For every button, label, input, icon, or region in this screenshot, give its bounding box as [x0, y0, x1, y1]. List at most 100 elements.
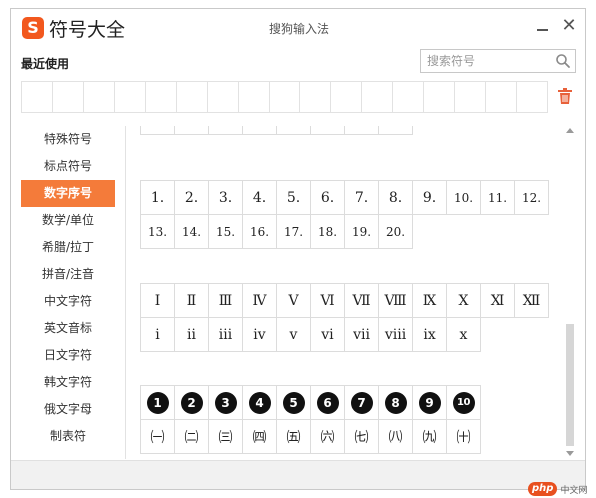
symbol-cell[interactable]: Ⅻ [515, 284, 549, 318]
sidebar-category-item[interactable]: 数学/单位 [21, 207, 115, 234]
recent-symbol-cell[interactable] [424, 82, 456, 112]
symbol-cell[interactable]: 10. [447, 181, 481, 215]
recent-symbol-cell[interactable] [393, 82, 425, 112]
symbol-cell[interactable]: ㈢ [209, 420, 243, 454]
scroll-thumb[interactable] [566, 324, 574, 446]
symbol-cell[interactable]: Ⅳ [243, 284, 277, 318]
symbol-cell[interactable]: ⅲ [209, 318, 243, 352]
recent-symbol-cell[interactable] [455, 82, 487, 112]
symbol-cell[interactable] [277, 126, 311, 135]
symbol-cell[interactable]: 3 [209, 386, 243, 420]
symbol-cell[interactable]: 6. [311, 181, 345, 215]
recent-symbol-cell[interactable] [146, 82, 177, 112]
search-box[interactable] [420, 49, 576, 73]
recent-symbol-cell[interactable] [331, 82, 363, 112]
symbol-cell[interactable]: 11. [481, 181, 515, 215]
symbol-cell[interactable]: 6 [311, 386, 345, 420]
symbol-cell[interactable]: ⅹ [447, 318, 481, 352]
symbol-cell[interactable]: 5 [277, 386, 311, 420]
symbol-cell[interactable]: Ⅹ [447, 284, 481, 318]
sidebar-category-item[interactable]: 拼音/注音 [21, 261, 115, 288]
symbol-cell[interactable]: ⅸ [413, 318, 447, 352]
symbol-cell[interactable] [243, 126, 277, 135]
recent-symbol-cell[interactable] [208, 82, 239, 112]
symbol-cell[interactable]: ㈦ [345, 420, 379, 454]
symbol-cell[interactable]: ㈡ [175, 420, 209, 454]
sidebar-category-item[interactable]: 数字序号 [21, 180, 115, 207]
symbol-cell[interactable]: 9. [413, 181, 447, 215]
symbol-cell[interactable]: 7. [345, 181, 379, 215]
symbol-cell[interactable]: 1 [141, 386, 175, 420]
recent-symbol-cell[interactable] [517, 82, 548, 112]
symbol-cell[interactable]: 5. [277, 181, 311, 215]
symbol-cell[interactable]: 13. [141, 215, 175, 249]
symbol-cell[interactable]: 7 [345, 386, 379, 420]
symbol-cell[interactable]: 17. [277, 215, 311, 249]
symbol-cell[interactable] [311, 126, 345, 135]
symbol-cell[interactable]: 20. [379, 215, 413, 249]
symbol-cell[interactable]: Ⅱ [175, 284, 209, 318]
symbol-cell[interactable]: ㈣ [243, 420, 277, 454]
symbol-cell[interactable]: ㈥ [311, 420, 345, 454]
search-icon[interactable] [555, 53, 571, 69]
symbol-cell[interactable]: ⅳ [243, 318, 277, 352]
sidebar-category-item[interactable]: 俄文字母 [21, 396, 115, 423]
symbol-cell[interactable]: 1. [141, 181, 175, 215]
symbol-cell[interactable]: Ⅲ [209, 284, 243, 318]
symbol-cell[interactable]: 18. [311, 215, 345, 249]
scroll-down-arrow-icon[interactable] [566, 451, 574, 456]
symbol-cell[interactable]: Ⅺ [481, 284, 515, 318]
sidebar-category-item[interactable]: 英文音标 [21, 315, 115, 342]
symbol-cell[interactable]: Ⅶ [345, 284, 379, 318]
close-button[interactable]: ✕ [560, 16, 578, 36]
recent-symbol-cell[interactable] [115, 82, 146, 112]
sidebar-category-item[interactable]: 特殊符号 [21, 126, 115, 153]
recent-symbol-cell[interactable] [84, 82, 115, 112]
minimize-button[interactable] [535, 18, 551, 36]
symbol-cell[interactable]: 16. [243, 215, 277, 249]
symbol-cell[interactable]: ㈤ [277, 420, 311, 454]
symbol-cell[interactable] [345, 126, 379, 135]
trash-icon[interactable] [557, 87, 573, 105]
sidebar-category-item[interactable]: 制表符 [21, 423, 115, 450]
search-input[interactable] [421, 50, 549, 72]
recent-symbol-cell[interactable] [22, 82, 53, 112]
symbol-cell[interactable]: 8 [379, 386, 413, 420]
symbol-cell[interactable]: 2. [175, 181, 209, 215]
sidebar-category-item[interactable]: 中文字符 [21, 288, 115, 315]
symbol-cell[interactable]: 10 [447, 386, 481, 420]
sidebar-category-item[interactable]: 韩文字符 [21, 369, 115, 396]
recent-symbol-cell[interactable] [486, 82, 517, 112]
vertical-scrollbar[interactable] [564, 126, 576, 459]
symbol-cell[interactable]: ⅵ [311, 318, 345, 352]
symbol-cell[interactable]: 15. [209, 215, 243, 249]
symbol-cell[interactable]: 3. [209, 181, 243, 215]
symbol-cell[interactable]: Ⅵ [311, 284, 345, 318]
symbol-cell[interactable] [141, 126, 175, 135]
symbol-cell[interactable]: ㈩ [447, 420, 481, 454]
symbol-cell[interactable] [175, 126, 209, 135]
recent-symbol-cell[interactable] [362, 82, 394, 112]
symbol-cell[interactable]: 12. [515, 181, 549, 215]
symbol-cell[interactable]: ㈨ [413, 420, 447, 454]
recent-symbol-cell[interactable] [177, 82, 208, 112]
symbol-cell[interactable] [209, 126, 243, 135]
sidebar-category-item[interactable]: 日文字符 [21, 342, 115, 369]
symbol-cell[interactable]: ⅷ [379, 318, 413, 352]
symbol-cell[interactable]: Ⅸ [413, 284, 447, 318]
symbol-cell[interactable]: ㈧ [379, 420, 413, 454]
symbol-cell[interactable]: ⅰ [141, 318, 175, 352]
recent-symbol-cell[interactable] [270, 82, 301, 112]
recent-symbol-cell[interactable] [53, 82, 84, 112]
symbol-cell[interactable]: ⅶ [345, 318, 379, 352]
symbol-cell[interactable]: 4. [243, 181, 277, 215]
recent-symbol-cell[interactable] [239, 82, 270, 112]
symbol-cell[interactable]: 4 [243, 386, 277, 420]
recent-symbol-cell[interactable] [300, 82, 332, 112]
symbol-cell[interactable]: Ⅰ [141, 284, 175, 318]
symbol-cell[interactable]: ⅴ [277, 318, 311, 352]
symbol-cell[interactable]: 19. [345, 215, 379, 249]
sidebar-category-item[interactable]: 希腊/拉丁 [21, 234, 115, 261]
symbol-cell[interactable]: Ⅴ [277, 284, 311, 318]
symbol-cell[interactable]: ㈠ [141, 420, 175, 454]
